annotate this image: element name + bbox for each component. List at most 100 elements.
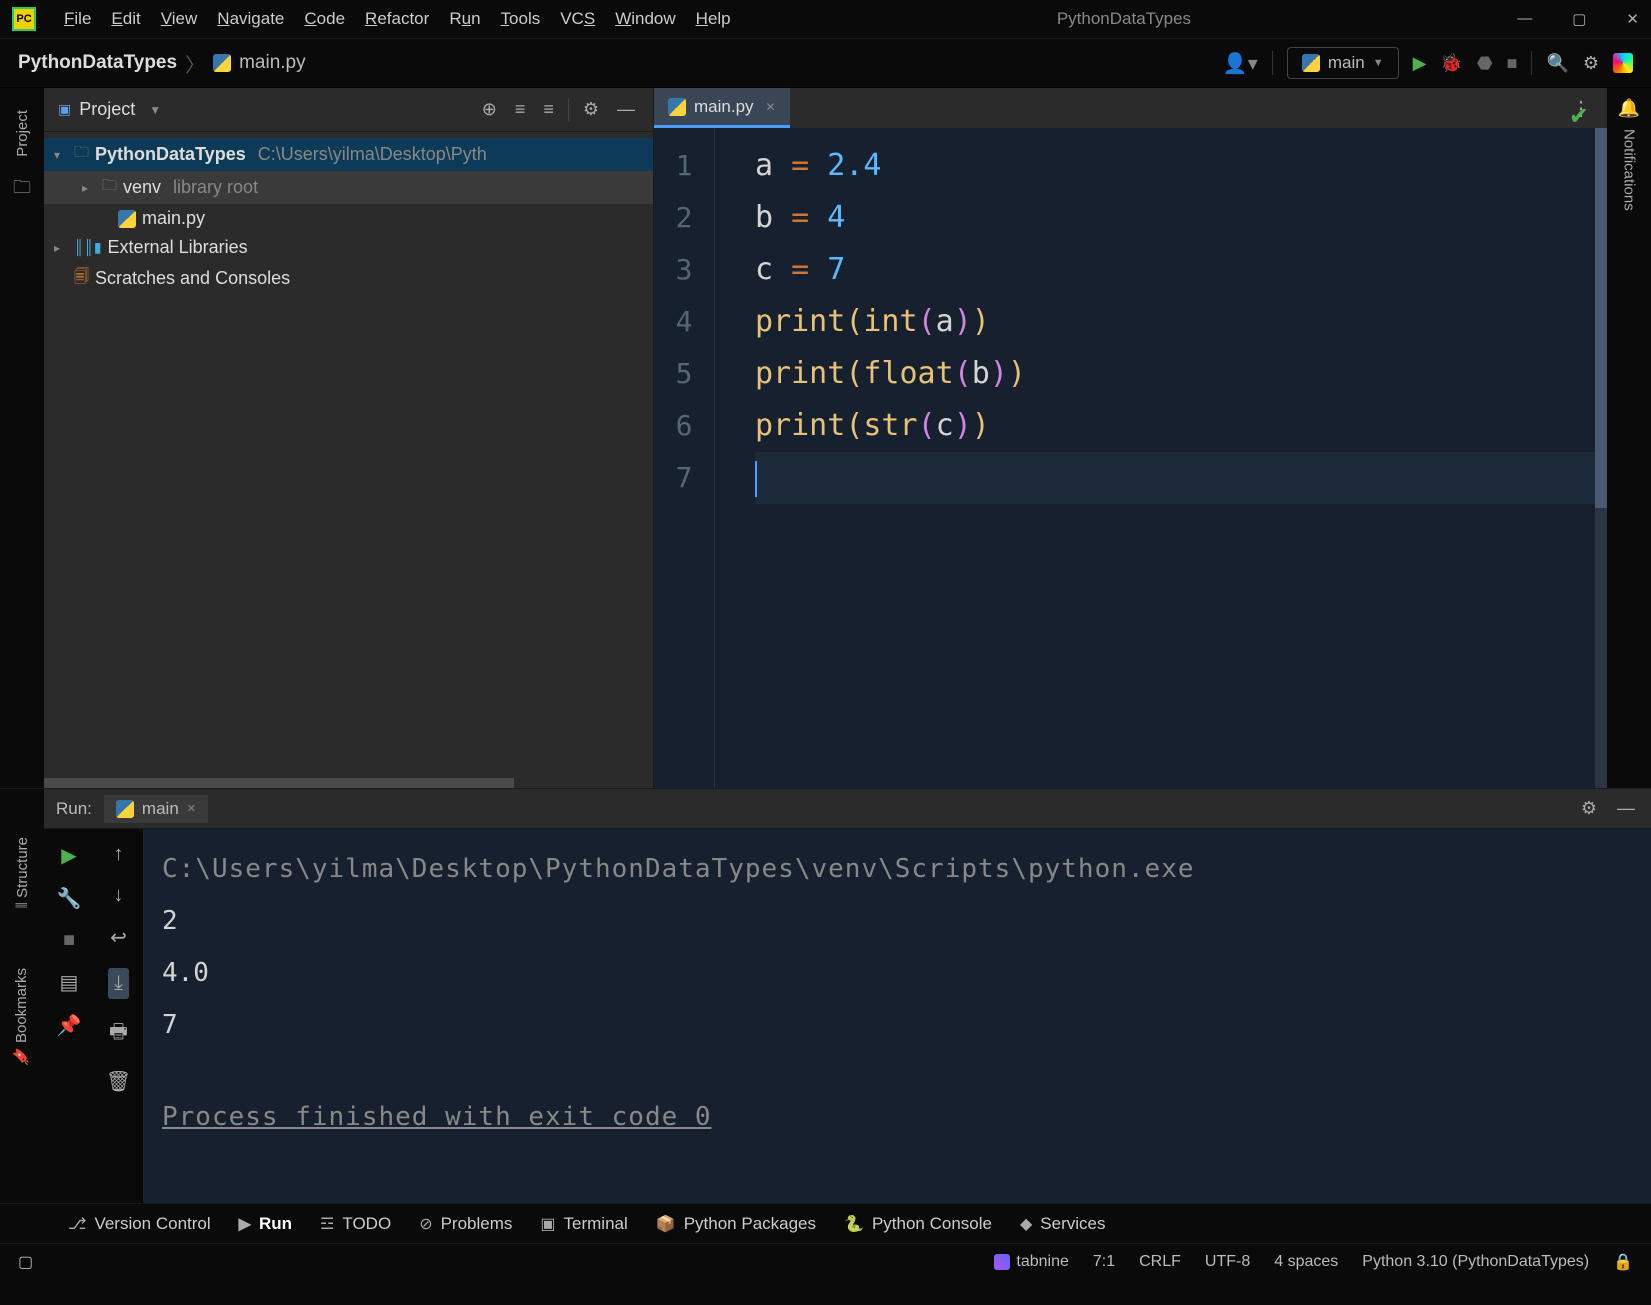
console-output[interactable]: C:\Users\yilma\Desktop\PythonDataTypes\v… — [144, 829, 1651, 1203]
console-line: 2 — [162, 895, 1633, 947]
settings-icon[interactable]: ⚙ — [1583, 53, 1599, 74]
stop-button[interactable]: ■ — [1507, 53, 1518, 74]
chevron-right-icon: ▸ — [82, 181, 96, 195]
menu-tools[interactable]: Tools — [501, 9, 541, 29]
breadcrumb-file[interactable]: main.py — [239, 52, 306, 74]
dropdown-icon: ▼ — [149, 103, 161, 117]
folder-icon[interactable]: 🗀 — [5, 167, 39, 213]
jetbrains-icon[interactable] — [1613, 53, 1633, 73]
project-tree: ▾ 🗀 PythonDataTypes C:\Users\yilma\Deskt… — [44, 132, 653, 301]
run-tab[interactable]: ▶Run — [239, 1214, 292, 1234]
console-line: 7 — [162, 999, 1633, 1051]
services-tab[interactable]: ◆Services — [1020, 1214, 1106, 1234]
run-tab-main[interactable]: main ✕ — [104, 795, 208, 823]
menu-run[interactable]: Run — [449, 9, 480, 29]
run-button[interactable]: ▶ — [1413, 53, 1427, 74]
menu-refactor[interactable]: Refactor — [365, 9, 429, 29]
user-icon[interactable]: 👤▾ — [1223, 51, 1258, 76]
project-panel-title[interactable]: ▣ Project ▼ — [58, 99, 468, 120]
tabnine-widget[interactable]: tabnine — [994, 1253, 1069, 1271]
packages-tab[interactable]: 📦Python Packages — [656, 1214, 816, 1234]
dropdown-icon: ▼ — [1373, 57, 1384, 69]
trash-icon[interactable]: 🗑 — [106, 1069, 131, 1094]
run-config-name: main — [1328, 53, 1365, 73]
todo-tab[interactable]: ☲TODO — [320, 1214, 391, 1234]
menu-view[interactable]: View — [161, 9, 198, 29]
right-toolwindow-bar: 🔔 Notifications — [1607, 88, 1651, 788]
python-icon: 🐍 — [844, 1214, 864, 1234]
expand-icon[interactable]: ≡ — [511, 99, 530, 120]
window-icon[interactable]: ▢ — [18, 1252, 33, 1272]
indent[interactable]: 4 spaces — [1274, 1253, 1338, 1271]
tree-external-libraries[interactable]: ▸ ║║▮ External Libraries — [44, 233, 653, 262]
notifications-tab[interactable]: Notifications — [1617, 119, 1642, 221]
menu-help[interactable]: Help — [696, 9, 731, 29]
menu-navigate[interactable]: Navigate — [217, 9, 284, 29]
soft-wrap-icon[interactable]: ↩ — [110, 925, 127, 950]
debug-button[interactable]: 🐞 — [1440, 53, 1462, 74]
close-button[interactable]: ✕ — [1626, 10, 1639, 28]
hide-icon[interactable]: — — [1613, 798, 1639, 819]
project-tool-tab[interactable]: Project — [10, 100, 35, 167]
maximize-button[interactable]: ▢ — [1572, 10, 1586, 28]
cursor-position[interactable]: 7:1 — [1093, 1253, 1115, 1271]
editor-tab-main[interactable]: main.py ✕ — [654, 88, 790, 128]
chevron-down-icon: ▾ — [54, 148, 68, 162]
coverage-button[interactable]: ⬣ — [1477, 53, 1493, 74]
stop-icon[interactable]: ■ — [63, 929, 75, 952]
text-caret — [755, 461, 757, 497]
print-icon[interactable]: 🖶 — [109, 1017, 128, 1051]
tree-main-py[interactable]: main.py — [44, 204, 653, 233]
project-scrollbar[interactable] — [44, 778, 653, 788]
close-icon[interactable]: ✕ — [766, 100, 776, 114]
bottom-toolwindow-bar: ⎇Version Control ▶Run ☲TODO ⊘Problems ▣T… — [0, 1203, 1651, 1243]
lock-icon[interactable]: 🔒 — [1613, 1252, 1633, 1272]
search-icon[interactable]: 🔍 — [1546, 53, 1568, 74]
line-ending[interactable]: CRLF — [1139, 1253, 1181, 1271]
vcs-tab[interactable]: ⎇Version Control — [68, 1214, 211, 1234]
rerun-icon[interactable]: ▶ — [61, 843, 76, 868]
structure-tab[interactable]: ⫴ Structure — [10, 827, 35, 918]
terminal-tab[interactable]: ▣Terminal — [540, 1214, 627, 1234]
menu-code[interactable]: Code — [304, 9, 345, 29]
encoding[interactable]: UTF-8 — [1205, 1253, 1250, 1271]
hide-icon[interactable]: — — [613, 99, 639, 120]
menu-file[interactable]: File — [64, 9, 91, 29]
python-console-tab[interactable]: 🐍Python Console — [844, 1214, 992, 1234]
code-area[interactable]: 1 2 3 4 5 6 7 a = 2.4 b = 4 c = 7 print(… — [654, 128, 1607, 788]
layout-icon[interactable]: ▤ — [60, 970, 79, 995]
minimize-button[interactable]: — — [1517, 10, 1532, 28]
tree-root[interactable]: ▾ 🗀 PythonDataTypes C:\Users\yilma\Deskt… — [44, 138, 653, 171]
inspection-ok-icon[interactable]: ✔ — [1569, 128, 1589, 131]
close-icon[interactable]: ✕ — [187, 802, 196, 815]
target-icon[interactable]: ⊕ — [478, 99, 501, 120]
menu-vcs[interactable]: VCS — [560, 9, 595, 29]
bookmarks-tab[interactable]: 🔖 Bookmarks — [9, 958, 35, 1076]
gear-icon[interactable]: ⚙ — [1577, 798, 1601, 819]
left-bar-lower: ⫴ Structure 🔖 Bookmarks — [0, 789, 44, 1203]
collapse-icon[interactable]: ≡ — [539, 99, 558, 120]
navbar-toolbar: 👤▾ main ▼ ▶ 🐞 ⬣ ■ 🔍 ⚙ — [1223, 47, 1633, 79]
scroll-to-end-icon[interactable]: ⤓ — [108, 968, 129, 999]
down-arrow-icon[interactable]: ↓ — [114, 884, 124, 907]
run-config-selector[interactable]: main ▼ — [1287, 47, 1399, 79]
run-toolbar-col2: ↑ ↓ ↩ ⤓ 🖶 🗑 — [94, 829, 144, 1203]
run-panel-header: Run: main ✕ ⚙ — — [44, 789, 1651, 829]
tabnine-icon — [994, 1254, 1010, 1270]
editor-scrollbar[interactable] — [1595, 128, 1607, 788]
bell-icon[interactable]: 🔔 — [1618, 98, 1640, 119]
pin-icon[interactable]: 📌 — [57, 1013, 82, 1038]
library-icon: ║║▮ — [74, 239, 102, 256]
tree-scratches[interactable]: 🗐 Scratches and Consoles — [44, 262, 653, 295]
menu-edit[interactable]: Edit — [111, 9, 140, 29]
problems-tab[interactable]: ⊘Problems — [419, 1214, 512, 1234]
code-content[interactable]: a = 2.4 b = 4 c = 7 print(int(a)) print(… — [714, 128, 1607, 788]
up-arrow-icon[interactable]: ↑ — [114, 843, 124, 866]
interpreter[interactable]: Python 3.10 (PythonDataTypes) — [1362, 1253, 1589, 1271]
tree-venv[interactable]: ▸ 🗀 venv library root — [44, 171, 653, 204]
gear-icon[interactable]: ⚙ — [579, 99, 603, 120]
menu-window[interactable]: Window — [615, 9, 675, 29]
wrench-icon[interactable]: 🔧 — [57, 886, 82, 911]
breadcrumb-project[interactable]: PythonDataTypes — [18, 52, 177, 74]
navbar: PythonDataTypes 〉 main.py 👤▾ main ▼ ▶ 🐞 … — [0, 38, 1651, 88]
